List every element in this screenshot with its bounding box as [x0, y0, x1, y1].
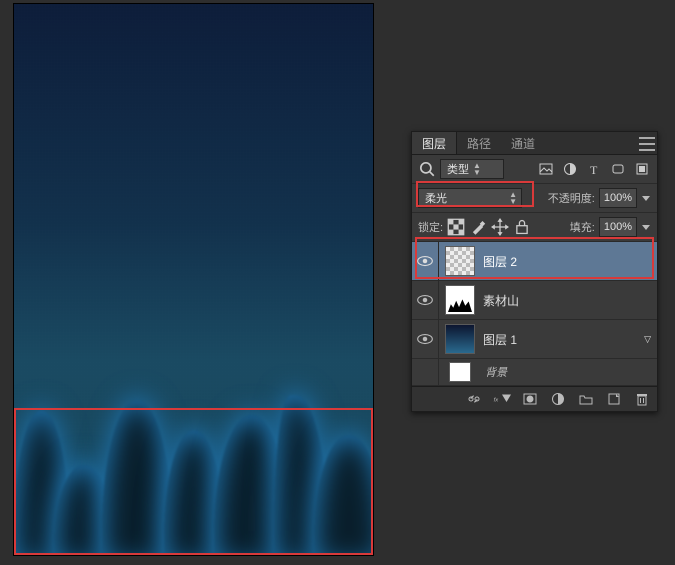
fill-value-input[interactable]: 100% [599, 217, 637, 237]
layer-item-background[interactable]: 背景 [412, 359, 657, 386]
canvas-noise-overlay [14, 4, 373, 555]
panel-tabs: 图层 路径 通道 [412, 132, 657, 155]
opacity-value-input[interactable]: 100% [599, 188, 637, 208]
layer-list: 图层 2 素材山 图层 1 ▽ [412, 242, 657, 386]
lock-paint-icon[interactable] [469, 218, 487, 236]
effects-expand-icon[interactable]: ▽ [644, 334, 651, 345]
filter-kind-label: 类型 [447, 161, 469, 177]
layer-filter-row: 类型 ▲▼ T [412, 155, 657, 184]
tab-channels[interactable]: 通道 [501, 132, 545, 154]
delete-layer-icon[interactable] [633, 390, 651, 408]
layer-name-label: 图层 1 [483, 331, 517, 348]
blend-mode-dropdown[interactable]: 柔光 ▲▼ [418, 188, 522, 208]
svg-text:T: T [590, 163, 598, 176]
tab-layers[interactable]: 图层 [412, 132, 457, 154]
smart-filter-icon[interactable] [633, 160, 651, 178]
opacity-flyout-icon[interactable] [641, 189, 651, 207]
adjustment-filter-icon[interactable] [561, 160, 579, 178]
fill-value: 100% [604, 221, 632, 233]
shape-filter-icon[interactable] [609, 160, 627, 178]
search-icon[interactable] [418, 160, 436, 178]
lock-options-row: 锁定: 填充: 100% [412, 213, 657, 242]
new-group-icon[interactable] [577, 390, 595, 408]
blend-options-row: 柔光 ▲▼ 不透明度: 100% [412, 184, 657, 213]
image-filter-icon[interactable] [537, 160, 555, 178]
layers-panel: 图层 路径 通道 类型 ▲▼ T [411, 131, 658, 412]
layer-thumbnail[interactable] [445, 246, 475, 276]
link-layers-icon[interactable] [465, 390, 483, 408]
layer-item-material-mountain[interactable]: 素材山 [412, 281, 657, 320]
fill-label: 填充: [570, 219, 595, 235]
lock-all-icon[interactable] [513, 218, 531, 236]
text-filter-icon[interactable]: T [585, 160, 603, 178]
layer-thumbnail[interactable] [445, 285, 475, 315]
layer-name-label: 图层 2 [483, 253, 517, 270]
layer-name-label: 背景 [481, 364, 507, 380]
tab-paths[interactable]: 路径 [457, 132, 501, 154]
layers-bottom-toolbar: fx [412, 386, 657, 411]
fill-flyout-icon[interactable] [641, 218, 651, 236]
lock-transparent-icon[interactable] [447, 218, 465, 236]
add-mask-icon[interactable] [521, 390, 539, 408]
canvas-document[interactable] [14, 4, 373, 555]
opacity-label: 不透明度: [548, 190, 595, 206]
visibility-eye-icon[interactable] [416, 252, 434, 270]
layer-fx-icon[interactable]: fx [493, 390, 511, 408]
visibility-eye-icon[interactable] [416, 291, 434, 309]
lock-position-icon[interactable] [491, 218, 509, 236]
filter-kind-dropdown[interactable]: 类型 ▲▼ [440, 159, 504, 179]
lock-label: 锁定: [418, 219, 443, 235]
layer-item-layer2[interactable]: 图层 2 [412, 242, 657, 281]
layer-name-label: 素材山 [483, 292, 519, 309]
workspace: 图层 路径 通道 类型 ▲▼ T [0, 0, 675, 565]
layer-thumbnail[interactable] [449, 362, 471, 382]
layer-item-layer1[interactable]: 图层 1 ▽ [412, 320, 657, 359]
new-layer-icon[interactable] [605, 390, 623, 408]
blend-mode-value: 柔光 [425, 190, 447, 206]
layer-thumbnail[interactable] [445, 324, 475, 354]
panel-menu-icon[interactable] [639, 135, 655, 153]
new-adjustment-icon[interactable] [549, 390, 567, 408]
svg-text:fx: fx [494, 398, 500, 404]
visibility-eye-icon[interactable] [416, 330, 434, 348]
opacity-value: 100% [604, 192, 632, 204]
